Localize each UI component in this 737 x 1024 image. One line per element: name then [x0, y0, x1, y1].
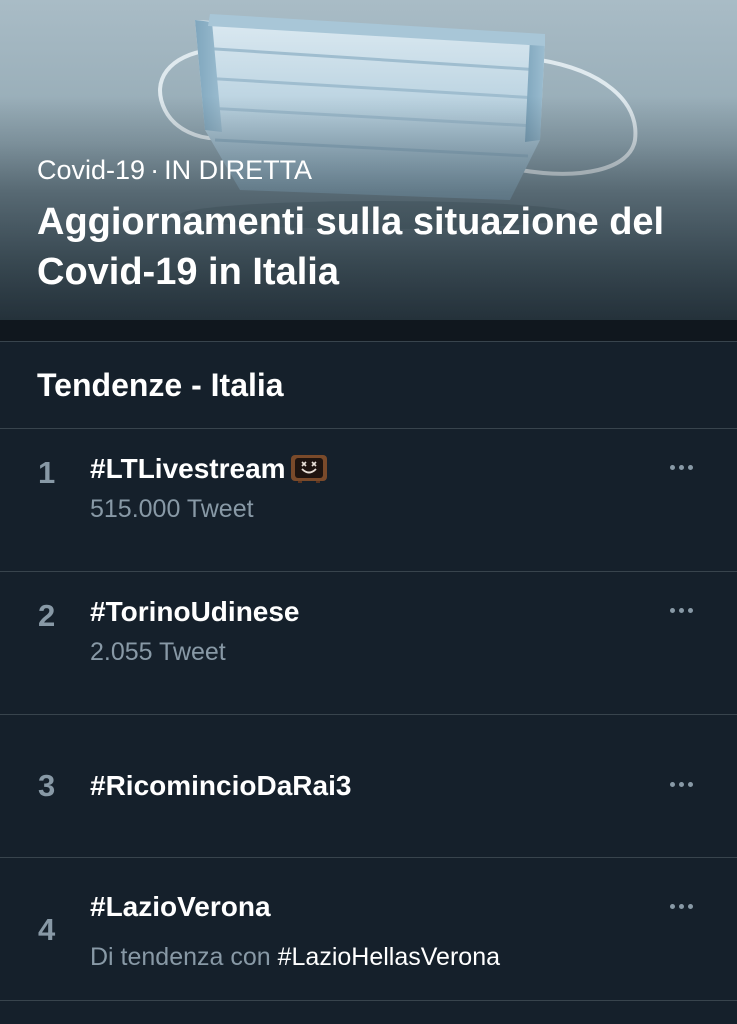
trend-item[interactable]: 4 #LazioVerona Di tendenza con #LazioHel… — [0, 858, 737, 1000]
trend-hashtag[interactable]: #LazioVerona — [90, 888, 271, 926]
tv-smiley-emoji-icon — [290, 454, 327, 483]
more-options-icon[interactable] — [667, 773, 697, 797]
section-spacer — [0, 320, 737, 342]
live-status: IN DIRETTA — [164, 155, 313, 185]
trend-context: Di tendenza con #LazioHellasVerona — [90, 940, 500, 974]
context-prefix: Di tendenza con — [90, 943, 278, 971]
related-hashtag-link[interactable]: #LazioHellasVerona — [278, 943, 500, 971]
trend-hashtag[interactable]: #TorinoUdinese — [90, 593, 300, 631]
hero-topic: Covid-19 — [37, 155, 146, 185]
hero-kicker: Covid-19 · IN DIRETTA — [37, 152, 312, 188]
covid-hero-card[interactable]: Covid-19 · IN DIRETTA Aggiornamenti sulla … — [0, 0, 737, 320]
trend-item[interactable]: 1 #LTLivestream 515.000 Tweet — [0, 429, 737, 571]
trend-hashtag: #LTLivestream — [90, 453, 286, 484]
more-options-icon[interactable] — [667, 895, 697, 919]
hero-title: Aggiornamenti sulla situazione del Covid… — [37, 201, 665, 293]
trend-rank: 2 — [38, 598, 56, 633]
explore-page: Covid-19 · IN DIRETTA Aggiornamenti sulla … — [0, 0, 737, 1024]
trend-rank: 1 — [38, 455, 56, 490]
more-options-icon[interactable] — [667, 456, 697, 480]
trend-rank: 4 — [38, 912, 56, 947]
more-options-icon[interactable] — [667, 599, 697, 623]
trend-hashtag[interactable]: #RicomincioDaRai3 — [90, 767, 351, 805]
trends-section-title: Tendenze - Italia — [37, 367, 284, 403]
trend-name[interactable]: #LTLivestream — [90, 450, 328, 488]
divider — [0, 1000, 737, 1001]
kicker-separator: · — [150, 155, 160, 185]
tweet-count: 515.000 Tweet — [90, 495, 254, 523]
tweet-count: 2.055 Tweet — [90, 638, 226, 666]
trend-item[interactable]: 3 #RicomincioDaRai3 — [0, 715, 737, 857]
trend-rank: 3 — [38, 768, 56, 803]
divider — [0, 341, 737, 342]
trend-item[interactable]: 2 #TorinoUdinese 2.055 Tweet — [0, 572, 737, 714]
